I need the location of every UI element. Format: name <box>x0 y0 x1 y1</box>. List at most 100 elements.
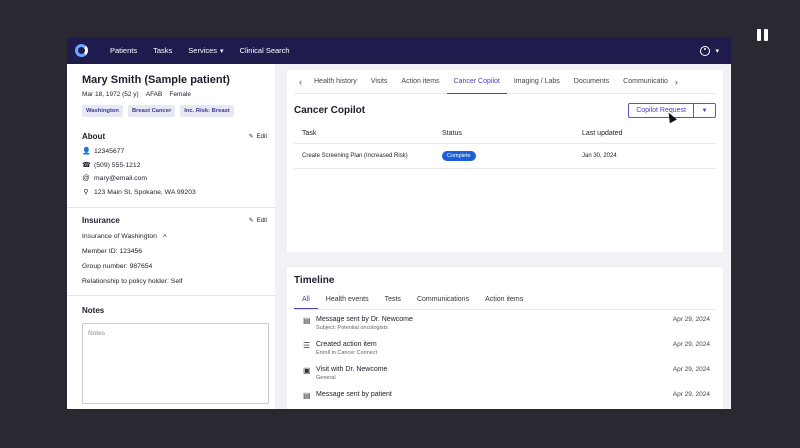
timeline-item[interactable]: ☰ Created action item Enroll in Cancer Co… <box>294 335 716 360</box>
column-header-task: Task <box>294 124 434 144</box>
timeline-item-subtitle: Subject: Potential oncologists <box>316 325 388 331</box>
task-cell: Create Screening Plan (Increased Risk) <box>294 143 434 169</box>
about-id-value: 12345677 <box>94 147 125 155</box>
nav-tasks[interactable]: Tasks <box>153 46 172 55</box>
calendar-icon: ▣ <box>303 366 311 375</box>
insurance-relationship: Relationship to policy holder: Self <box>82 278 183 285</box>
patient-sidebar: Mary Smith (Sample patient) Mar 18, 1972… <box>67 64 275 409</box>
message-icon: ▤ <box>303 391 311 400</box>
insurance-group-number: Group number: 987654 <box>82 263 153 270</box>
tab-action-items[interactable]: Action items <box>394 70 446 94</box>
patient-name: Mary Smith (Sample patient) <box>82 74 230 86</box>
insurance-title: Insurance <box>82 216 120 225</box>
nav-services[interactable]: Services ▾ <box>188 46 223 55</box>
pause-icon[interactable] <box>757 29 769 41</box>
timeline-item-date: Apr 29, 2024 <box>672 316 710 323</box>
about-id: 👤 12345677 <box>82 147 267 156</box>
phone-icon: ☎ <box>82 162 91 169</box>
notes-title: Notes <box>82 306 105 315</box>
timeline-item-date: Apr 29, 2024 <box>672 391 710 398</box>
tab-communications[interactable]: Communicatio <box>616 70 670 94</box>
about-address-value: 123 Main St, Spokane, WA 99203 <box>94 188 196 196</box>
pencil-icon: ✎ <box>248 218 254 224</box>
column-header-status: Status <box>434 124 574 144</box>
insurance-plan: Insurance of Washington <box>82 233 157 240</box>
table-header-row: Task Status Last updated <box>294 124 716 144</box>
copilot-title: Cancer Copilot <box>294 105 366 116</box>
timeline-tab-all[interactable]: All <box>294 292 318 309</box>
copilot-request-dropdown[interactable]: ▼ <box>694 104 715 117</box>
nav-clinical-search[interactable]: Clinical Search <box>240 46 290 55</box>
timeline-item-date: Apr 29, 2024 <box>672 366 710 373</box>
tab-cancer-copilot[interactable]: Cancer Copilot <box>446 70 507 94</box>
timeline-item-date: Apr 29, 2024 <box>672 341 710 348</box>
about-edit-label: Edit <box>256 133 267 140</box>
table-row[interactable]: Create Screening Plan (Increased Risk) C… <box>294 143 716 169</box>
timeline-item[interactable]: ▣ Visit with Dr. Newcome General Apr 29, … <box>294 360 716 385</box>
about-address: ⚲ 123 Main St, Spokane, WA 99203 <box>82 188 267 197</box>
patient-gender: Female <box>169 91 192 98</box>
timeline-item-title: Visit with Dr. Newcome <box>316 366 388 373</box>
timeline-item[interactable]: ▤ Message sent by patient Apr 29, 2024 <box>294 385 716 409</box>
caret-down-icon: ▼ <box>701 107 708 114</box>
chevron-left-icon[interactable]: ‹ <box>294 77 307 87</box>
cancer-copilot-card: ‹ Health history Visits Action items Can… <box>287 70 723 252</box>
nav-services-label: Services <box>188 46 218 55</box>
timeline-item-title: Message sent by patient <box>316 391 392 398</box>
timeline-tab-tests[interactable]: Tests <box>377 292 409 309</box>
tab-imaging-labs[interactable]: Imaging / Labs <box>507 70 567 94</box>
about-email-value: mary@email.com <box>94 175 147 182</box>
timeline-title: Timeline <box>294 275 335 286</box>
tag: Inc. Risk: Breast <box>180 105 234 117</box>
about-phone-value: (509) 555-1212 <box>94 161 141 169</box>
nav-patients[interactable]: Patients <box>110 46 137 55</box>
timeline-tab-action-items[interactable]: Action items <box>477 292 531 309</box>
list-icon: ☰ <box>303 341 311 350</box>
tab-documents[interactable]: Documents <box>567 70 616 94</box>
user-menu[interactable]: ▾ <box>700 45 719 56</box>
divider <box>67 207 275 208</box>
location-pin-icon: ⚲ <box>83 189 89 196</box>
timeline-card: Timeline All Health events Tests Communi… <box>287 267 723 409</box>
timeline-item-title: Created action item <box>316 341 377 348</box>
patient-tags: Washington Breast Cancer Inc. Risk: Brea… <box>82 105 267 117</box>
insurance-edit-button[interactable]: ✎ Edit <box>248 217 267 225</box>
status-cell: Complete <box>434 143 574 169</box>
insurance-plan-toggle[interactable]: Insurance of Washington ˄ <box>82 233 267 240</box>
timeline-tab-health-events[interactable]: Health events <box>318 292 377 309</box>
status-badge: Complete <box>442 151 476 161</box>
at-icon: @ <box>82 175 90 182</box>
chevron-right-icon[interactable]: › <box>670 77 683 87</box>
copilot-table: Task Status Last updated Create Screenin… <box>294 124 716 169</box>
timeline-item-title: Message sent by Dr. Newcome <box>316 316 413 323</box>
updated-cell: Jan 30, 2024 <box>574 143 716 169</box>
record-tabs: ‹ Health history Visits Action items Can… <box>294 70 716 94</box>
divider <box>67 295 275 296</box>
timeline-tab-communications[interactable]: Communications <box>409 292 477 309</box>
timeline-tabs: All Health events Tests Communications A… <box>294 292 716 310</box>
insurance-header: Insurance ✎ Edit <box>82 216 267 225</box>
column-header-last-updated: Last updated <box>574 124 716 144</box>
chevron-up-icon: ˄ <box>162 233 167 240</box>
copilot-request-button[interactable]: Copilot Request <box>629 104 694 117</box>
about-header: About ✎ Edit <box>82 132 267 141</box>
pencil-icon: ✎ <box>248 134 254 140</box>
copilot-header: Cancer Copilot Copilot Request ▼ <box>294 103 716 118</box>
about-phone: ☎ (509) 555-1212 <box>82 161 267 170</box>
about-email: @ mary@email.com <box>82 175 267 182</box>
tab-visits[interactable]: Visits <box>364 70 395 94</box>
about-edit-button[interactable]: ✎ Edit <box>248 133 267 141</box>
tab-health-history[interactable]: Health history <box>307 70 364 94</box>
tag: Breast Cancer <box>127 105 176 117</box>
timeline-item[interactable]: ▤ Message sent by Dr. Newcome Subject: Po… <box>294 310 716 335</box>
message-icon: ▤ <box>303 316 311 325</box>
about-title: About <box>82 132 106 141</box>
notes-textarea[interactable]: Notes <box>82 323 269 404</box>
chevron-down-icon: ▾ <box>220 47 224 55</box>
logo-icon[interactable] <box>75 44 88 57</box>
insurance-edit-label: Edit <box>256 217 267 224</box>
patient-demographics: Mar 18, 1972 (52 y) AFAB Female <box>82 91 267 98</box>
patient-dob: Mar 18, 1972 (52 y) <box>82 91 139 98</box>
top-nav: Patients Tasks Services ▾ Clinical Search… <box>67 37 731 64</box>
patient-sex-at-birth: AFAB <box>145 91 163 98</box>
